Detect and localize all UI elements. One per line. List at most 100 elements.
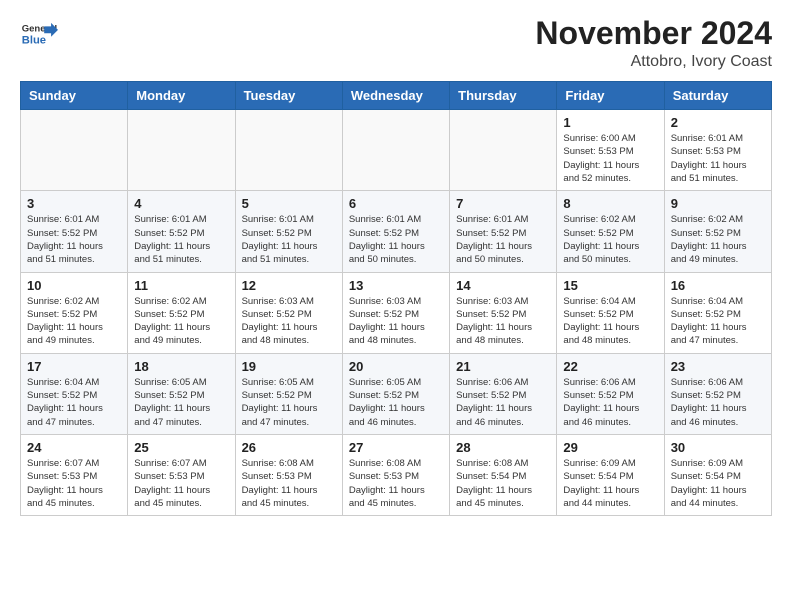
weekday-header-sunday: Sunday [21, 82, 128, 110]
svg-text:Blue: Blue [22, 35, 46, 47]
calendar-cell: 30 Sunrise: 6:09 AM Sunset: 5:54 PM Dayli… [664, 434, 771, 515]
day-number: 8 [563, 196, 657, 211]
weekday-header-row: SundayMondayTuesdayWednesdayThursdayFrid… [21, 82, 772, 110]
day-info: Sunrise: 6:09 AM Sunset: 5:54 PM Dayligh… [671, 457, 765, 510]
day-number: 7 [456, 196, 550, 211]
day-number: 13 [349, 278, 443, 293]
calendar-cell: 25Sunrise: 6:07 AM Sunset: 5:53 PM Dayli… [128, 434, 235, 515]
day-info: Sunrise: 6:01 AM Sunset: 5:52 PM Dayligh… [134, 213, 228, 266]
day-number: 10 [27, 278, 121, 293]
day-number: 2 [671, 115, 765, 130]
day-number: 15 [563, 278, 657, 293]
page: General Blue November 2024 Attobro, Ivor… [0, 0, 792, 536]
calendar-cell: 1 Sunrise: 6:00 AM Sunset: 5:53 PM Daylig… [557, 110, 664, 191]
day-info: Sunrise: 6:06 AM Sunset: 5:52 PM Dayligh… [563, 376, 657, 429]
week-row-2: 3Sunrise: 6:01 AM Sunset: 5:52 PM Daylig… [21, 191, 772, 272]
calendar-table: SundayMondayTuesdayWednesdayThursdayFrid… [20, 81, 772, 516]
day-number: 28 [456, 440, 550, 455]
day-number: 9 [671, 196, 765, 211]
day-number: 12 [242, 278, 336, 293]
calendar-cell [21, 110, 128, 191]
weekday-header-tuesday: Tuesday [235, 82, 342, 110]
day-info: Sunrise: 6:03 AM Sunset: 5:52 PM Dayligh… [456, 295, 550, 348]
day-info: Sunrise: 6:04 AM Sunset: 5:52 PM Dayligh… [563, 295, 657, 348]
day-number: 1 [563, 115, 657, 130]
day-info: Sunrise: 6:02 AM Sunset: 5:52 PM Dayligh… [563, 213, 657, 266]
header: General Blue November 2024 Attobro, Ivor… [20, 16, 772, 71]
day-info: Sunrise: 6:03 AM Sunset: 5:52 PM Dayligh… [349, 295, 443, 348]
day-number: 4 [134, 196, 228, 211]
calendar-cell [235, 110, 342, 191]
calendar-cell [128, 110, 235, 191]
day-number: 22 [563, 359, 657, 374]
day-info: Sunrise: 6:04 AM Sunset: 5:52 PM Dayligh… [27, 376, 121, 429]
calendar-cell [450, 110, 557, 191]
day-info: Sunrise: 6:00 AM Sunset: 5:53 PM Dayligh… [563, 132, 657, 185]
title-block: November 2024 Attobro, Ivory Coast [535, 16, 772, 71]
calendar-cell: 26Sunrise: 6:08 AM Sunset: 5:53 PM Dayli… [235, 434, 342, 515]
day-number: 11 [134, 278, 228, 293]
day-number: 26 [242, 440, 336, 455]
weekday-header-friday: Friday [557, 82, 664, 110]
calendar-cell: 3Sunrise: 6:01 AM Sunset: 5:52 PM Daylig… [21, 191, 128, 272]
calendar-cell: 28 Sunrise: 6:08 AM Sunset: 5:54 PM Dayli… [450, 434, 557, 515]
calendar-cell: 16 Sunrise: 6:04 AM Sunset: 5:52 PM Dayli… [664, 272, 771, 353]
calendar-cell: 13 Sunrise: 6:03 AM Sunset: 5:52 PM Dayli… [342, 272, 449, 353]
calendar-subtitle: Attobro, Ivory Coast [535, 53, 772, 71]
day-info: Sunrise: 6:02 AM Sunset: 5:52 PM Dayligh… [134, 295, 228, 348]
day-info: Sunrise: 6:09 AM Sunset: 5:54 PM Dayligh… [563, 457, 657, 510]
day-info: Sunrise: 6:02 AM Sunset: 5:52 PM Dayligh… [671, 213, 765, 266]
day-info: Sunrise: 6:01 AM Sunset: 5:52 PM Dayligh… [27, 213, 121, 266]
calendar-cell: 12 Sunrise: 6:03 AM Sunset: 5:52 PM Dayli… [235, 272, 342, 353]
calendar-cell: 27 Sunrise: 6:08 AM Sunset: 5:53 PM Dayli… [342, 434, 449, 515]
calendar-cell: 22 Sunrise: 6:06 AM Sunset: 5:52 PM Dayli… [557, 353, 664, 434]
day-info: Sunrise: 6:07 AM Sunset: 5:53 PM Dayligh… [134, 457, 228, 510]
calendar-cell: 14 Sunrise: 6:03 AM Sunset: 5:52 PM Dayli… [450, 272, 557, 353]
calendar-cell: 2 Sunrise: 6:01 AM Sunset: 5:53 PM Daylig… [664, 110, 771, 191]
day-info: Sunrise: 6:03 AM Sunset: 5:52 PM Dayligh… [242, 295, 336, 348]
calendar-cell: 21Sunrise: 6:06 AM Sunset: 5:52 PM Dayli… [450, 353, 557, 434]
day-number: 16 [671, 278, 765, 293]
calendar-cell: 20 Sunrise: 6:05 AM Sunset: 5:52 PM Dayli… [342, 353, 449, 434]
calendar-cell: 18 Sunrise: 6:05 AM Sunset: 5:52 PM Dayli… [128, 353, 235, 434]
calendar-cell: 17 Sunrise: 6:04 AM Sunset: 5:52 PM Dayli… [21, 353, 128, 434]
calendar-title: November 2024 [535, 16, 772, 51]
day-number: 5 [242, 196, 336, 211]
day-info: Sunrise: 6:05 AM Sunset: 5:52 PM Dayligh… [134, 376, 228, 429]
logo-icon: General Blue [20, 16, 58, 54]
day-info: Sunrise: 6:05 AM Sunset: 5:52 PM Dayligh… [349, 376, 443, 429]
calendar-cell: 9 Sunrise: 6:02 AM Sunset: 5:52 PM Daylig… [664, 191, 771, 272]
day-info: Sunrise: 6:06 AM Sunset: 5:52 PM Dayligh… [671, 376, 765, 429]
calendar-cell: 6Sunrise: 6:01 AM Sunset: 5:52 PM Daylig… [342, 191, 449, 272]
calendar-cell: 23Sunrise: 6:06 AM Sunset: 5:52 PM Dayli… [664, 353, 771, 434]
day-info: Sunrise: 6:04 AM Sunset: 5:52 PM Dayligh… [671, 295, 765, 348]
day-info: Sunrise: 6:08 AM Sunset: 5:53 PM Dayligh… [349, 457, 443, 510]
day-number: 21 [456, 359, 550, 374]
day-number: 30 [671, 440, 765, 455]
week-row-3: 10 Sunrise: 6:02 AM Sunset: 5:52 PM Dayli… [21, 272, 772, 353]
calendar-cell: 11 Sunrise: 6:02 AM Sunset: 5:52 PM Dayli… [128, 272, 235, 353]
calendar-cell: 24Sunrise: 6:07 AM Sunset: 5:53 PM Dayli… [21, 434, 128, 515]
day-number: 6 [349, 196, 443, 211]
day-info: Sunrise: 6:01 AM Sunset: 5:53 PM Dayligh… [671, 132, 765, 185]
weekday-header-monday: Monday [128, 82, 235, 110]
week-row-5: 24 Sunrise: 6:07 AM Sunset: 5:53 PM Dayli… [21, 434, 772, 515]
day-info: Sunrise: 6:05 AM Sunset: 5:52 PM Dayligh… [242, 376, 336, 429]
calendar-cell: 4 Sunrise: 6:01 AM Sunset: 5:52 PM Daylig… [128, 191, 235, 272]
calendar-cell [342, 110, 449, 191]
weekday-header-saturday: Saturday [664, 82, 771, 110]
day-number: 29 [563, 440, 657, 455]
day-number: 24 [27, 440, 121, 455]
day-info: Sunrise: 6:08 AM Sunset: 5:54 PM Dayligh… [456, 457, 550, 510]
calendar-cell: 10Sunrise: 6:02 AM Sunset: 5:52 PM Dayli… [21, 272, 128, 353]
weekday-header-thursday: Thursday [450, 82, 557, 110]
day-info: Sunrise: 6:01 AM Sunset: 5:52 PM Dayligh… [242, 213, 336, 266]
day-number: 14 [456, 278, 550, 293]
day-number: 19 [242, 359, 336, 374]
calendar-cell: 8 Sunrise: 6:02 AM Sunset: 5:52 PM Daylig… [557, 191, 664, 272]
day-number: 17 [27, 359, 121, 374]
day-info: Sunrise: 6:01 AM Sunset: 5:52 PM Dayligh… [456, 213, 550, 266]
day-number: 27 [349, 440, 443, 455]
day-number: 20 [349, 359, 443, 374]
day-number: 18 [134, 359, 228, 374]
